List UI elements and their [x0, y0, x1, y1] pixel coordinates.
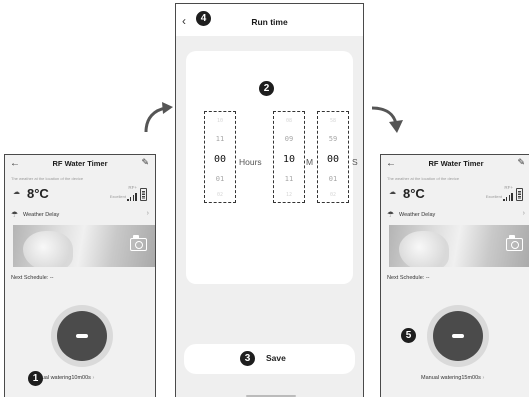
minutes-unit: M [306, 157, 314, 167]
button-core [433, 311, 483, 361]
cloud-icon: ☁ [13, 189, 20, 196]
minus-icon [76, 334, 88, 338]
step-badge-5: 5 [401, 328, 416, 343]
header: ← RF Water Timer ✎ [381, 155, 529, 175]
signal-bars-icon [127, 193, 137, 201]
right-phone-screen: ← RF Water Timer ✎ The weather at the lo… [380, 154, 529, 397]
seconds-next2: 02 [329, 192, 337, 198]
battery-icon [516, 188, 523, 201]
signal-label: Excellent [485, 194, 502, 199]
seconds-prev2: 58 [329, 118, 337, 124]
button-core [57, 311, 107, 361]
seconds-prev1: 59 [328, 135, 338, 143]
minutes-selected: 10 [282, 154, 296, 165]
hours-next2: 02 [216, 192, 224, 198]
battery-icon [140, 188, 147, 201]
chevron-right-icon: › [522, 210, 525, 217]
device-status: RF+ Excellent [479, 185, 523, 203]
watering-toggle-button[interactable] [51, 305, 113, 367]
manual-watering-row[interactable]: Manual watering10m00s › [31, 375, 155, 381]
temperature-value: 8°C [403, 186, 425, 201]
camera-icon[interactable] [130, 235, 147, 251]
minus-icon [452, 334, 464, 338]
chevron-right-icon: › [92, 375, 95, 381]
device-status: RF+ Excellent [103, 185, 147, 203]
hours-prev1: 11 [215, 135, 225, 143]
hours-next1: 01 [215, 175, 225, 183]
save-button[interactable]: Save [184, 344, 355, 374]
device-photo [389, 225, 529, 267]
step-badge-1: 1 [28, 371, 43, 386]
edit-icon[interactable]: ✎ [141, 157, 149, 168]
temperature-value: 8°C [27, 186, 49, 201]
weather-delay-label: Weather Delay [23, 212, 60, 218]
minutes-next2: 12 [285, 192, 293, 198]
hours-unit: Hours [239, 157, 262, 167]
signal-label: Excellent [109, 194, 126, 199]
cloud-icon: ☁ [389, 189, 396, 196]
signal-bars-icon [503, 193, 513, 201]
weather-icon: ☂ [387, 210, 395, 219]
minutes-prev2: 08 [285, 118, 293, 124]
edit-icon[interactable]: ✎ [517, 157, 525, 168]
rf-label: RF+ [128, 185, 137, 190]
save-label: Save [266, 353, 286, 363]
hours-prev2: 10 [216, 118, 224, 124]
manual-watering-label: Manual watering15m00s [421, 375, 481, 381]
curved-arrow-down-icon [371, 106, 403, 133]
minutes-picker[interactable]: 08 09 10 11 12 [273, 111, 305, 203]
rf-label: RF+ [504, 185, 513, 190]
seconds-next1: 01 [328, 175, 338, 183]
weather-delay-row[interactable]: ☂ Weather Delay › [11, 210, 149, 222]
next-schedule: Next Schedule: -- [11, 275, 54, 281]
step-badge-3: 3 [240, 351, 255, 366]
weather-note: The weather at the location of the devic… [387, 176, 460, 181]
page-title: RF Water Timer [52, 159, 108, 168]
minutes-next1: 11 [284, 175, 294, 183]
hours-picker[interactable]: 10 11 00 01 02 [204, 111, 236, 203]
page-title: RF Water Timer [428, 159, 484, 168]
device-photo [13, 225, 155, 267]
weather-delay-row[interactable]: ☂ Weather Delay › [387, 210, 525, 222]
chevron-right-icon: › [482, 375, 485, 381]
step-badge-2: 2 [259, 81, 274, 96]
seconds-unit: S [352, 157, 358, 167]
header: ← RF Water Timer ✎ [5, 155, 155, 175]
flower-image [399, 231, 449, 267]
curved-arrow-up-icon [144, 102, 173, 133]
watering-toggle-button[interactable] [427, 305, 489, 367]
next-schedule: Next Schedule: -- [387, 275, 430, 281]
run-time-screen: ‹ Run time 10 11 00 01 02 Hours 08 09 10… [175, 3, 364, 397]
weather-delay-label: Weather Delay [399, 212, 436, 218]
weather-icon: ☂ [11, 210, 19, 219]
camera-icon[interactable] [506, 235, 523, 251]
hours-selected: 00 [213, 154, 227, 165]
left-phone-screen: ← RF Water Timer ✎ The weather at the lo… [4, 154, 156, 397]
chevron-right-icon: › [146, 210, 149, 217]
weather-note: The weather at the location of the devic… [11, 176, 84, 181]
manual-watering-row[interactable]: Manual watering15m00s › [421, 375, 529, 381]
seconds-selected: 00 [326, 154, 340, 165]
minutes-prev1: 09 [284, 135, 294, 143]
step-badge-4: 4 [196, 11, 211, 26]
seconds-picker[interactable]: 58 59 00 01 02 [317, 111, 349, 203]
flower-image [23, 231, 73, 267]
